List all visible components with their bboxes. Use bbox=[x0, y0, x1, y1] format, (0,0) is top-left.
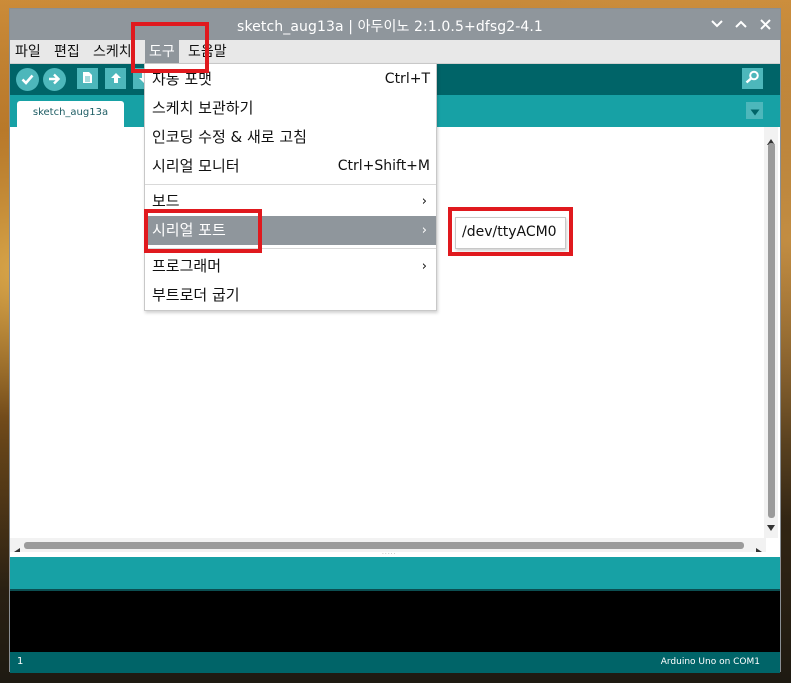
open-icon bbox=[110, 69, 122, 88]
menu-item-label: 스케치 보관하기 bbox=[152, 99, 254, 117]
board-port-status: Arduino Uno on COM1 bbox=[660, 657, 760, 667]
menu-item-burn-bootloader[interactable]: 부트로더 굽기 bbox=[145, 281, 436, 310]
tools-menu-dropdown: 자동 포맷 Ctrl+T 스케치 보관하기 인코딩 수정 & 새로 고침 시리얼… bbox=[144, 63, 437, 311]
open-button[interactable] bbox=[105, 68, 126, 89]
menu-item-label: 부트로더 굽기 bbox=[152, 286, 240, 304]
menu-separator bbox=[145, 184, 436, 185]
chevron-up-icon[interactable] bbox=[734, 14, 748, 34]
menu-item-serial-monitor[interactable]: 시리얼 모니터 Ctrl+Shift+M bbox=[145, 152, 436, 181]
line-number: 1 bbox=[17, 656, 24, 667]
window-title: sketch_aug13a | 아두이노 2:1.0.5+dfsg2-4.1 bbox=[237, 19, 543, 35]
horizontal-scrollbar[interactable] bbox=[10, 538, 766, 556]
menu-item-programmer[interactable]: 프로그래머 › bbox=[145, 252, 436, 281]
menu-item-label: 인코딩 수정 & 새로 고침 bbox=[152, 128, 307, 146]
menu-sketch[interactable]: 스케치 bbox=[89, 40, 136, 64]
menu-item-label: 프로그래머 bbox=[152, 257, 222, 275]
upload-button[interactable] bbox=[43, 68, 66, 91]
new-button[interactable] bbox=[77, 68, 98, 89]
close-icon[interactable] bbox=[758, 14, 772, 34]
annotation-box-port-device bbox=[448, 207, 573, 256]
arrow-right-icon bbox=[48, 70, 61, 89]
tab-menu-button[interactable] bbox=[746, 102, 763, 119]
menu-edit[interactable]: 편집 bbox=[50, 40, 84, 64]
triangle-down-icon bbox=[750, 101, 760, 120]
title-bar[interactable]: sketch_aug13a | 아두이노 2:1.0.5+dfsg2-4.1 bbox=[10, 9, 780, 40]
menu-file[interactable]: 파일 bbox=[11, 40, 45, 64]
chevron-right-icon: › bbox=[421, 194, 427, 209]
vertical-scrollbar[interactable] bbox=[764, 127, 778, 538]
status-footer: 1 Arduino Uno on COM1 bbox=[10, 652, 780, 673]
chevron-right-icon: › bbox=[421, 259, 427, 274]
resize-grip-icon[interactable]: ····· bbox=[382, 552, 397, 558]
console-output bbox=[10, 589, 780, 652]
menu-item-shortcut: Ctrl+T bbox=[384, 71, 430, 87]
serial-monitor-button[interactable] bbox=[742, 68, 763, 89]
menu-item-fix-encoding[interactable]: 인코딩 수정 & 새로 고침 bbox=[145, 123, 436, 152]
menu-bar: 파일 편집 스케치 도구 도움말 bbox=[10, 40, 780, 64]
menu-item-label: 시리얼 모니터 bbox=[152, 157, 240, 175]
menu-item-shortcut: Ctrl+Shift+M bbox=[337, 158, 430, 174]
vertical-scroll-thumb[interactable] bbox=[768, 143, 775, 518]
horizontal-scroll-thumb[interactable] bbox=[24, 542, 744, 549]
annotation-box-serial-port bbox=[144, 209, 262, 253]
tab-sketch[interactable]: sketch_aug13a bbox=[17, 101, 124, 127]
menu-item-archive-sketch[interactable]: 스케치 보관하기 bbox=[145, 94, 436, 123]
new-file-icon bbox=[82, 69, 93, 88]
check-icon bbox=[21, 70, 34, 89]
scroll-down-icon[interactable] bbox=[767, 516, 775, 535]
chevron-down-icon[interactable] bbox=[710, 14, 724, 34]
magnifier-icon bbox=[745, 69, 760, 88]
chevron-right-icon: › bbox=[421, 223, 427, 238]
annotation-box-tools bbox=[131, 22, 209, 73]
window-controls bbox=[710, 14, 772, 34]
verify-button[interactable] bbox=[16, 68, 39, 91]
status-message-bar bbox=[10, 557, 780, 589]
